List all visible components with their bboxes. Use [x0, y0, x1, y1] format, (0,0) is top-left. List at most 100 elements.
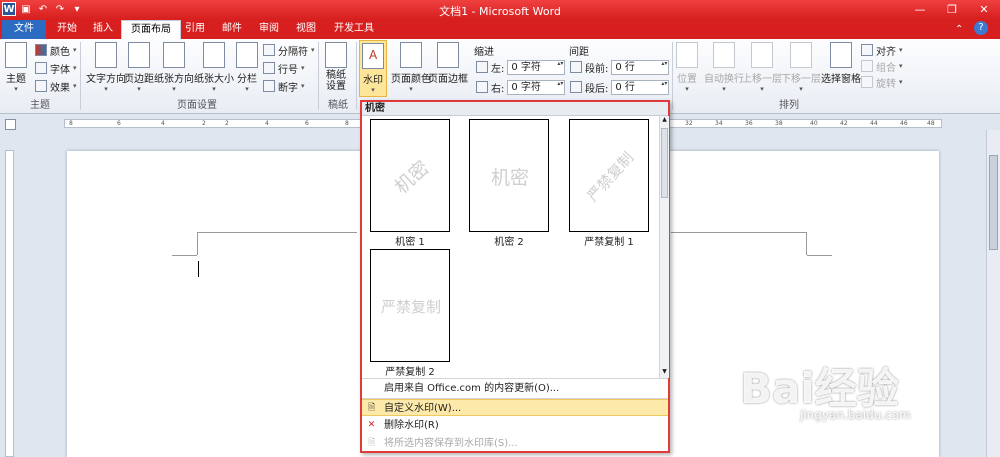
selection-pane-button[interactable]: 选择窗格 — [821, 42, 861, 85]
line-numbers-icon — [263, 62, 275, 74]
baidu-jingyan-url: jingyan.baidu.com — [800, 408, 911, 422]
custom-watermark-item[interactable]: 🗎 自定义水印(W)... — [362, 399, 668, 416]
page-color-button[interactable]: 页面颜色 ▾ — [391, 42, 431, 93]
watermark-label-4: 严禁复制 2 — [385, 367, 435, 378]
spacing-title: 间距 — [569, 47, 589, 58]
hyphenation-button[interactable]: 断字 ▾ — [263, 78, 305, 94]
tab-selector[interactable] — [5, 119, 16, 130]
rotate-button[interactable]: 旋转 ▾ — [861, 74, 903, 90]
watermark-option-no-copy-1[interactable]: 严禁复制 — [569, 119, 649, 232]
title-bar: W ▣ ↶ ↷ ▾ 文档1 - Microsoft Word — ❐ ✕ — [0, 0, 1000, 19]
page-borders-button[interactable]: 页面边框 — [428, 42, 468, 85]
gallery-scroll-thumb[interactable] — [661, 128, 668, 198]
scroll-thumb[interactable] — [989, 155, 998, 250]
help-icon[interactable]: ? — [974, 21, 988, 35]
tab-mailings[interactable]: 邮件 — [213, 20, 251, 39]
page-color-icon — [400, 42, 422, 68]
bring-forward-button[interactable]: 上移一层 ▾ — [742, 42, 782, 93]
align-button[interactable]: 对齐 ▾ — [861, 42, 903, 58]
selection-pane-icon — [830, 42, 852, 68]
text-direction-button[interactable]: 文字方向 ▾ — [86, 42, 126, 93]
manuscript-settings-button[interactable]: 稿纸设置 — [324, 42, 348, 92]
hyphenation-icon — [263, 80, 275, 92]
scroll-down-icon[interactable]: ▼ — [660, 368, 669, 378]
watermark-option-confidential-2[interactable]: 机密 — [469, 119, 549, 232]
office-content-update-item[interactable]: 启用来自 Office.com 的内容更新(O)... — [362, 380, 668, 397]
watermark-option-confidential-1[interactable]: 机密 — [370, 119, 450, 232]
wrap-text-icon — [713, 42, 735, 68]
custom-watermark-icon: 🗎 — [367, 403, 376, 413]
group-label-arrange: 排列 — [779, 100, 799, 111]
window-controls: — ❐ ✕ — [904, 0, 1000, 19]
tab-developer[interactable]: 开发工具 — [325, 20, 383, 39]
gallery-section-header: 机密 — [362, 102, 668, 116]
save-to-gallery-icon: 🗎 — [367, 438, 376, 448]
window-title: 文档1 - Microsoft Word — [439, 5, 561, 18]
minimize-ribbon-icon[interactable]: ⌃ — [955, 21, 963, 40]
indent-right-input[interactable]: 0 字符 — [507, 79, 566, 95]
indent-left-icon — [476, 61, 488, 73]
spacing-before-icon — [570, 61, 582, 73]
wrap-text-button[interactable]: 自动换行 ▾ — [704, 42, 744, 93]
tab-review[interactable]: 审阅 — [250, 20, 288, 39]
bring-forward-icon — [751, 42, 773, 68]
breaks-icon — [263, 44, 275, 56]
columns-button[interactable]: 分栏 ▾ — [236, 42, 258, 93]
text-direction-icon — [95, 42, 117, 68]
group-icon — [861, 60, 873, 72]
margins-button[interactable]: 页边距 ▾ — [124, 42, 154, 93]
indent-right-icon — [476, 81, 488, 93]
tab-insert[interactable]: 插入 — [84, 20, 122, 39]
ribbon-tabs: 文件 开始 插入 页面布局 引用 邮件 审阅 视图 开发工具 ⌃ ? — [0, 19, 1000, 39]
spacing-after-input[interactable]: 0 行 — [611, 79, 670, 95]
watermark-label-2: 机密 2 — [494, 237, 524, 248]
watermark-option-no-copy-2[interactable]: 严禁复制 — [370, 249, 450, 362]
gallery-scrollbar[interactable]: ▲ ▼ — [659, 116, 669, 378]
indent-left-input[interactable]: 0 字符 — [507, 59, 566, 75]
watermark-label-1: 机密 1 — [395, 237, 425, 248]
send-backward-button[interactable]: 下移一层 ▾ — [781, 42, 821, 93]
themes-button[interactable]: 主题 ▾ — [5, 42, 27, 93]
vertical-ruler[interactable] — [5, 150, 14, 457]
spacing-after-row: 段后: 0 行 — [570, 79, 670, 95]
remove-watermark-icon: ✕ — [367, 420, 376, 430]
group-button[interactable]: 组合 ▾ — [861, 58, 903, 74]
colors-icon — [35, 44, 47, 56]
line-numbers-button[interactable]: 行号 ▾ — [263, 60, 305, 76]
spacing-before-input[interactable]: 0 行 — [611, 59, 670, 75]
scroll-up-icon[interactable]: ▲ — [660, 116, 669, 126]
rotate-icon — [861, 76, 873, 88]
baidu-jingyan-logo: Bai经验 — [740, 364, 899, 413]
watermark-gallery: 机密 机密 机密 1 机密 机密 2 严禁复制 严禁复制 1 严禁复制 严禁复制… — [360, 100, 670, 453]
tab-view[interactable]: 视图 — [287, 20, 325, 39]
minimize-icon[interactable]: — — [904, 0, 936, 19]
close-icon[interactable]: ✕ — [968, 0, 1000, 19]
effects-button[interactable]: 效果 ▾ — [35, 78, 77, 94]
orientation-icon — [163, 42, 185, 68]
spacing-before-row: 段前: 0 行 — [570, 59, 670, 75]
tab-home[interactable]: 开始 — [48, 20, 86, 39]
themes-icon — [5, 42, 27, 68]
save-to-gallery-item[interactable]: 🗎 将所选内容保存到水印库(S)... — [362, 435, 668, 452]
watermark-button[interactable]: A 水印 ▾ — [359, 40, 387, 97]
remove-watermark-item[interactable]: ✕ 删除水印(R) — [362, 417, 668, 434]
send-backward-icon — [790, 42, 812, 68]
tab-references[interactable]: 引用 — [176, 20, 214, 39]
tab-file[interactable]: 文件 — [2, 20, 46, 39]
fonts-button[interactable]: 字体 ▾ — [35, 60, 77, 76]
orientation-button[interactable]: 纸张方向 ▾ — [154, 42, 194, 93]
size-button[interactable]: 纸张大小 ▾ — [194, 42, 234, 93]
indent-title: 缩进 — [474, 47, 494, 58]
group-label-manuscript: 稿纸 — [328, 100, 348, 111]
colors-button[interactable]: 颜色 ▾ — [35, 42, 77, 58]
columns-icon — [236, 42, 258, 68]
restore-icon[interactable]: ❐ — [936, 0, 968, 19]
fonts-icon — [35, 62, 47, 74]
page-borders-icon — [437, 42, 459, 68]
tab-page-layout[interactable]: 页面布局 — [121, 20, 181, 39]
paper-size-icon — [203, 42, 225, 68]
group-label-page-setup: 页面设置 — [177, 100, 217, 111]
breaks-button[interactable]: 分隔符 ▾ — [263, 42, 315, 58]
effects-icon — [35, 80, 47, 92]
position-button[interactable]: 位置 ▾ — [676, 42, 698, 93]
